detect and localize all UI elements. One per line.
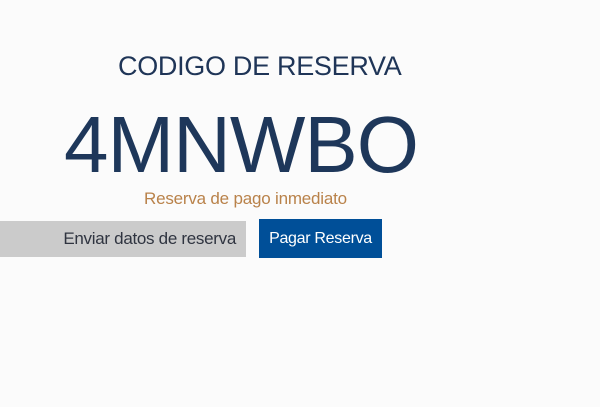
booking-code-heading: CODIGO DE RESERVA	[118, 51, 402, 81]
pay-reservation-button[interactable]: Pagar Reserva	[259, 219, 382, 258]
payment-type-note: Reserva de pago inmediato	[144, 189, 347, 208]
reservation-confirmation-page: CODIGO DE RESERVA 4MNWBO Reserva de pago…	[0, 0, 600, 407]
send-reservation-details-button[interactable]: Enviar datos de reserva	[0, 221, 246, 257]
booking-code: 4MNWBO	[64, 100, 419, 189]
